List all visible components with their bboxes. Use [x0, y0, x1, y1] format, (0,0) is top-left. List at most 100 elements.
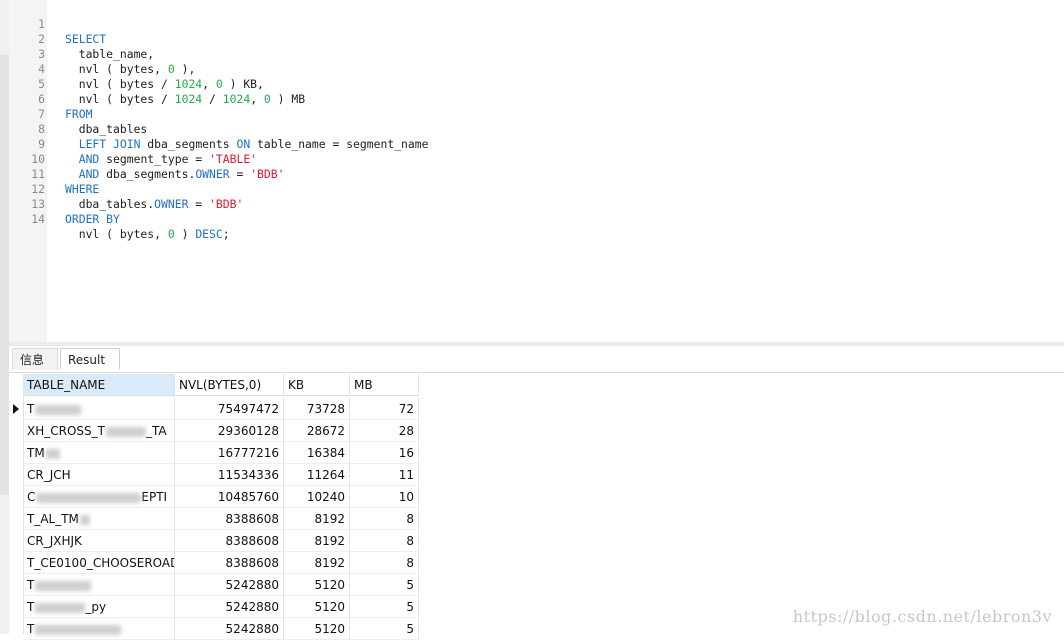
- cell-bytes[interactable]: 5242880: [175, 618, 284, 640]
- left-scrollbar[interactable]: [0, 0, 9, 634]
- cell-bytes[interactable]: 10485760: [175, 486, 284, 508]
- column-header-kb[interactable]: KB: [284, 374, 350, 396]
- cell-kb[interactable]: 10240: [284, 486, 350, 508]
- code-line-7: 7 dba_tables: [9, 92, 147, 136]
- keyword: DESC: [195, 227, 223, 241]
- cell-text: T: [27, 402, 35, 416]
- cell-mb[interactable]: 5: [350, 574, 419, 596]
- code-line-9: 9 AND segment_type = 'TABLE': [9, 122, 257, 166]
- cell-kb[interactable]: 5120: [284, 574, 350, 596]
- code-text: nvl ( bytes,: [65, 62, 168, 76]
- cell-mb[interactable]: 28: [350, 420, 419, 442]
- cell-kb[interactable]: 28672: [284, 420, 350, 442]
- cell-kb[interactable]: 16384: [284, 442, 350, 464]
- cell-text: TM: [27, 446, 45, 460]
- cell-bytes[interactable]: 75497472: [175, 398, 284, 420]
- cell-table-name[interactable]: CR_JXHJK: [23, 530, 175, 552]
- cell-table-name[interactable]: T: [23, 398, 175, 420]
- number-literal: 1024: [222, 92, 251, 106]
- code-text: dba_tables: [65, 122, 148, 136]
- watermark-text: https://blog.csdn.net/lebron3v: [792, 607, 1052, 626]
- cell-text: T: [27, 600, 35, 614]
- cell-table-name[interactable]: T: [23, 574, 175, 596]
- result-grid[interactable]: TABLE_NAME NVL(BYTES,0) KB MB T 75497472…: [9, 374, 1064, 640]
- redacted-text: [45, 448, 60, 459]
- code-text: nvl ( bytes,: [65, 227, 168, 241]
- cell-bytes[interactable]: 8388608: [175, 552, 284, 574]
- cell-mb[interactable]: 5: [350, 596, 419, 618]
- keyword: ON: [236, 137, 251, 151]
- code-line-8: 8 LEFT JOIN dba_segments ON table_name =…: [9, 107, 428, 151]
- cell-mb[interactable]: 16: [350, 442, 419, 464]
- cell-text: C: [27, 490, 36, 504]
- sql-editor[interactable]: 1 SELECT 2 table_name, 3 nvl ( bytes, 0 …: [9, 0, 1064, 342]
- string-literal: 'BDB': [250, 167, 285, 181]
- cell-kb[interactable]: 5120: [284, 596, 350, 618]
- cell-kb[interactable]: 8192: [284, 552, 350, 574]
- keyword: ORDER BY: [65, 212, 120, 226]
- code-text: ) MB: [270, 92, 306, 106]
- cell-table-name[interactable]: T_CE0100_CHOOSEROAD_: [23, 552, 175, 574]
- tab-result-1[interactable]: Result 1: [60, 348, 120, 389]
- cell-mb[interactable]: 10: [350, 486, 419, 508]
- code-text: ,: [250, 92, 264, 106]
- cell-bytes[interactable]: 5242880: [175, 574, 284, 596]
- keyword: OWNER: [195, 167, 230, 181]
- cell-table-name[interactable]: T _py: [23, 596, 175, 618]
- code-text: ),: [174, 62, 196, 76]
- keyword: FROM: [65, 107, 93, 121]
- cell-text: XH_CROSS_T: [27, 424, 105, 438]
- cell-mb[interactable]: 72: [350, 398, 419, 420]
- cell-table-name[interactable]: CR_JCH: [23, 464, 175, 486]
- code-line-10: 10 AND dba_segments.OWNER = 'BDB': [9, 137, 284, 181]
- cell-text: _py: [85, 600, 107, 614]
- cell-table-name[interactable]: TM: [23, 442, 175, 464]
- cell-kb[interactable]: 5120: [284, 618, 350, 640]
- column-header-mb[interactable]: MB: [350, 374, 419, 396]
- code-line-4: 4 nvl ( bytes / 1024, 0 ) KB,: [9, 47, 264, 91]
- tab-info[interactable]: 信息: [12, 348, 58, 370]
- code-line-12: 12 dba_tables.OWNER = 'BDB': [9, 167, 243, 211]
- cell-bytes[interactable]: 16777216: [175, 442, 284, 464]
- code-text: dba_segments.: [99, 167, 196, 181]
- cell-table-name[interactable]: C EPTI: [23, 486, 175, 508]
- code-text: dba_segments: [140, 137, 237, 151]
- code-line-2: 2 table_name,: [9, 17, 154, 61]
- code-text: =: [188, 197, 210, 211]
- code-text: ;: [222, 227, 230, 241]
- string-literal: 'TABLE': [209, 152, 258, 166]
- scroll-thumb[interactable]: [0, 55, 9, 495]
- cell-bytes[interactable]: 5242880: [175, 596, 284, 618]
- cell-text: T_CE0100_CHOOSEROAD_: [27, 556, 175, 570]
- number-literal: 1024: [174, 92, 203, 106]
- cell-kb[interactable]: 8192: [284, 530, 350, 552]
- column-header-nvl-bytes[interactable]: NVL(BYTES,0): [175, 374, 284, 396]
- code-text: /: [202, 92, 223, 106]
- cell-table-name[interactable]: T: [23, 618, 175, 640]
- cell-bytes[interactable]: 11534336: [175, 464, 284, 486]
- cell-mb[interactable]: 8: [350, 508, 419, 530]
- cell-table-name[interactable]: T_AL_TM: [23, 508, 175, 530]
- cell-bytes[interactable]: 29360128: [175, 420, 284, 442]
- code-text: nvl ( bytes /: [65, 92, 175, 106]
- cell-mb[interactable]: 8: [350, 530, 419, 552]
- keyword: WHERE: [65, 182, 100, 196]
- current-row-arrow-icon: [13, 404, 19, 414]
- code-text: nvl ( bytes /: [65, 77, 175, 91]
- cell-mb[interactable]: 5: [350, 618, 419, 640]
- cell-kb[interactable]: 8192: [284, 508, 350, 530]
- cell-table-name[interactable]: XH_CROSS_T _TA: [23, 420, 175, 442]
- code-text: ) KB,: [222, 77, 264, 91]
- cell-mb[interactable]: 8: [350, 552, 419, 574]
- column-header-table-name[interactable]: TABLE_NAME: [23, 374, 175, 396]
- line-number: 14: [31, 212, 45, 226]
- code-line-1: 1 SELECT: [9, 2, 106, 46]
- cell-bytes[interactable]: 8388608: [175, 530, 284, 552]
- cell-kb[interactable]: 73728: [284, 398, 350, 420]
- cell-kb[interactable]: 11264: [284, 464, 350, 486]
- cell-bytes[interactable]: 8388608: [175, 508, 284, 530]
- redacted-text: [35, 404, 82, 415]
- cell-mb[interactable]: 11: [350, 464, 419, 486]
